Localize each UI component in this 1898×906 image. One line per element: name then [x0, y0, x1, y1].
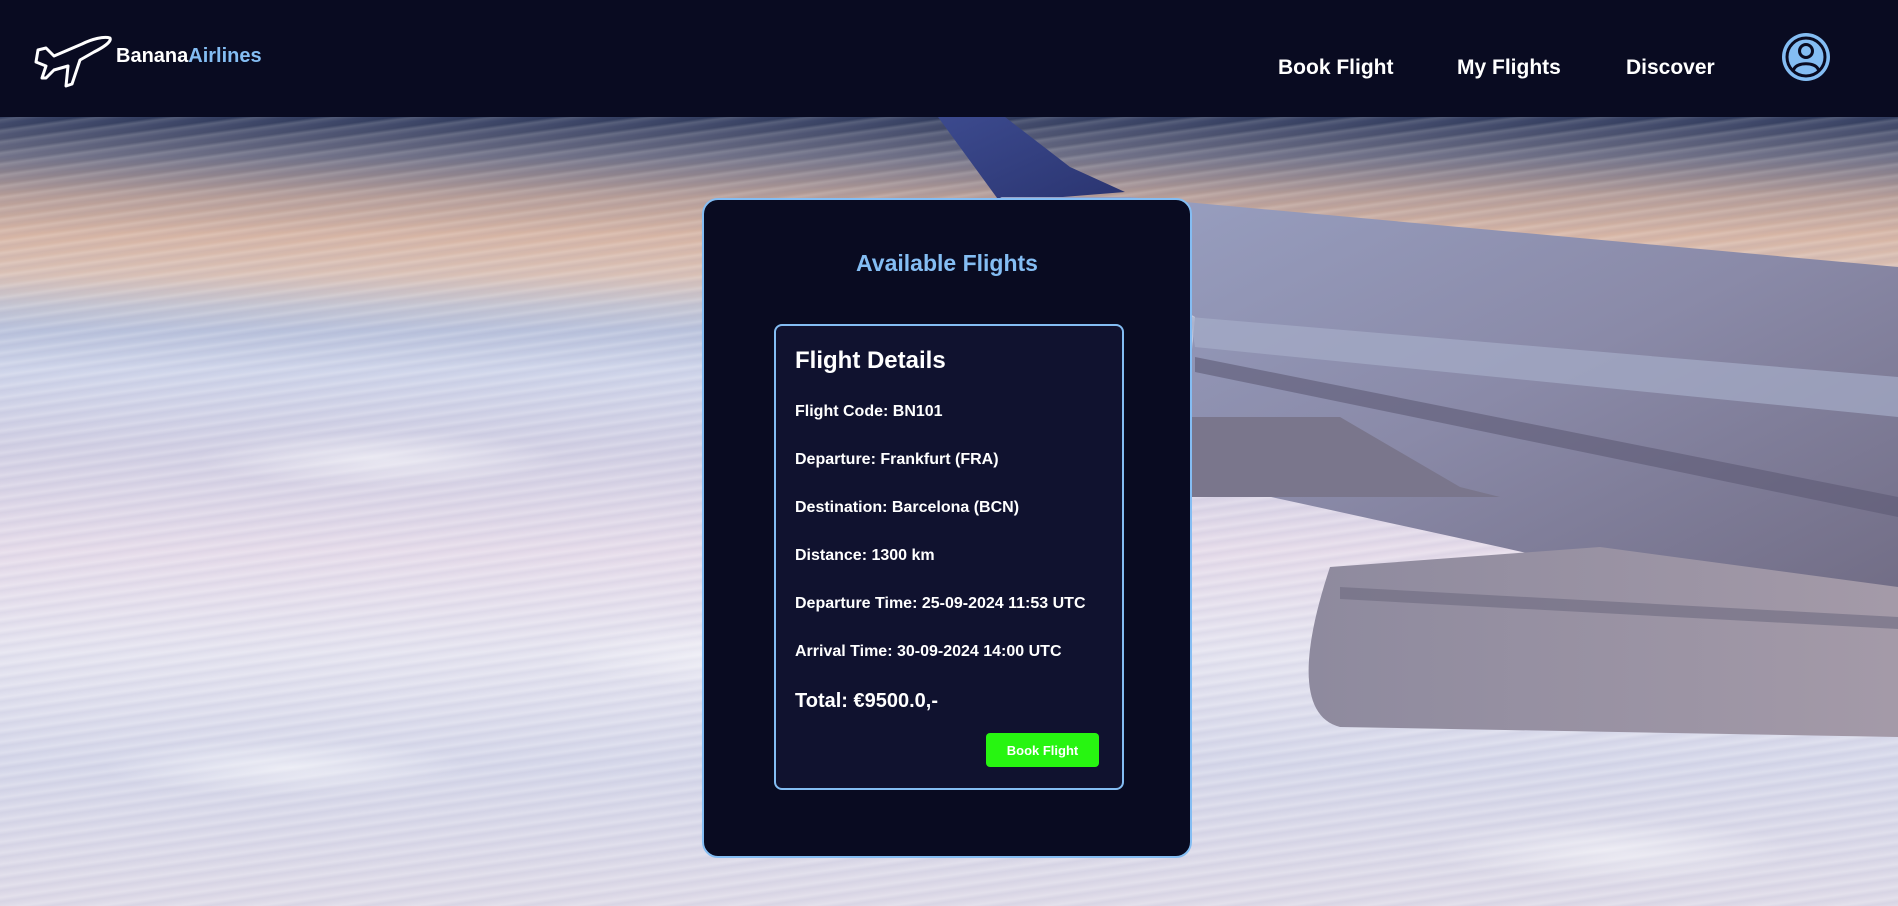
nav-discover[interactable]: Discover	[1626, 56, 1715, 80]
brand-name: BananaAirlines	[116, 45, 262, 68]
book-flight-button[interactable]: Book Flight	[986, 733, 1099, 767]
flight-distance: Distance: 1300 km	[795, 547, 935, 564]
navbar: BananaAirlines Book Flight My Flights Di…	[0, 0, 1898, 117]
brand-name-part2: Airlines	[188, 44, 262, 67]
flight-details-heading: Flight Details	[795, 347, 946, 374]
flight-arrival-time: Arrival Time: 30-09-2024 14:00 UTC	[795, 643, 1062, 660]
available-flights-panel: Available Flights Flight Details Flight …	[702, 198, 1192, 858]
brand-name-part1: Banana	[116, 44, 189, 67]
nav-my-flights[interactable]: My Flights	[1457, 56, 1561, 80]
flight-details-card: Flight Details Flight Code: BN101 Depart…	[774, 324, 1124, 790]
airplane-icon	[34, 35, 112, 88]
flight-code: Flight Code: BN101	[795, 403, 943, 420]
page-title: Available Flights	[856, 250, 1038, 276]
flight-departure: Departure: Frankfurt (FRA)	[795, 451, 999, 468]
nav-book-flight[interactable]: Book Flight	[1278, 56, 1393, 80]
brand-logo[interactable]: BananaAirlines	[32, 30, 262, 90]
flight-total-price: Total: €9500.0,-	[795, 690, 939, 712]
flight-destination: Destination: Barcelona (BCN)	[795, 499, 1020, 516]
flight-departure-time: Departure Time: 25-09-2024 11:53 UTC	[795, 595, 1086, 612]
user-circle-icon[interactable]	[1780, 31, 1832, 83]
